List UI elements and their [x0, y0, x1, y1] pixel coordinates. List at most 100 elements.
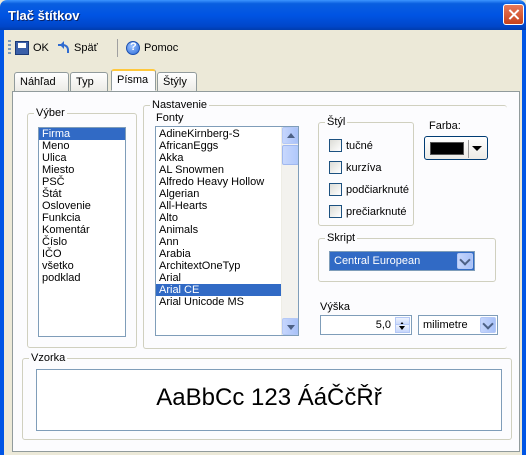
styl-label: Štýl [325, 116, 348, 128]
color-picker-button[interactable] [424, 136, 488, 160]
window-frame-right [522, 30, 526, 455]
fonts-listbox[interactable]: AdineKirnberg-S AfricanEggs Akka AL Snowmen… [155, 126, 299, 336]
ok-button[interactable]: OK [15, 38, 49, 58]
sample-text: AaBbCc 123 ÁáČčŘř [156, 384, 382, 411]
tab-label: Typ [76, 76, 94, 88]
skript-value: Central European [334, 255, 421, 267]
font-item[interactable]: Animals [156, 224, 281, 236]
vzorka-group: Vzorka AaBbCc 123 ÁáČčŘř [22, 352, 512, 440]
tab-label: Písma [117, 74, 149, 86]
tab-pisma[interactable]: Písma [111, 69, 156, 91]
spin-down-button[interactable] [395, 324, 410, 333]
italic-checkbox[interactable]: kurzíva [329, 161, 381, 174]
font-item[interactable]: Arabia [156, 248, 281, 260]
skript-select[interactable]: Central European [329, 251, 475, 271]
help-icon [126, 41, 140, 55]
nastavenie-label: Nastavenie [150, 99, 210, 111]
fonts-scrollbar[interactable] [281, 127, 298, 335]
vyber-item[interactable]: Meno [39, 140, 125, 152]
vyber-group: Výber Firma Meno Ulica Miesto PSČ Štát Osloven… [27, 107, 137, 348]
font-item[interactable]: AdineKirnberg-S [156, 128, 281, 140]
vzorka-label: Vzorka [29, 352, 68, 364]
strikeout-label: prečiarknuté [346, 205, 407, 218]
chevron-down-icon[interactable] [480, 317, 496, 333]
skript-label: Skript [325, 232, 358, 244]
scroll-down-button[interactable] [282, 318, 298, 335]
bold-label: tučné [346, 139, 373, 152]
font-item[interactable]: AfricanEggs [156, 140, 281, 152]
toolbar-separator [117, 39, 118, 57]
height-value: 5,0 [375, 319, 391, 331]
vyber-label: Výber [34, 107, 67, 119]
fonts-list: AdineKirnberg-S AfricanEggs Akka AL Snowmen… [156, 127, 298, 308]
tab-styly[interactable]: Štýly [157, 72, 197, 91]
vyber-item[interactable]: Funkcia [39, 212, 125, 224]
color-swatch [430, 142, 464, 155]
strikeout-checkbox[interactable]: prečiarknuté [329, 205, 407, 218]
sample-preview: AaBbCc 123 ÁáČčŘř [36, 369, 502, 431]
font-item[interactable]: Akka [156, 152, 281, 164]
font-item[interactable]: Ann [156, 236, 281, 248]
color-divider [468, 140, 469, 158]
spin-buttons [395, 317, 410, 333]
font-item[interactable]: Arial CE [156, 284, 281, 296]
vyber-list: Firma Meno Ulica Miesto PSČ Štát Oslovenie Funk… [39, 128, 125, 284]
font-item[interactable]: Algerian [156, 188, 281, 200]
font-item[interactable]: Arial [156, 272, 281, 284]
font-item[interactable]: Alto [156, 212, 281, 224]
save-icon [15, 41, 29, 55]
undo-icon [56, 41, 70, 55]
vyber-item[interactable]: Oslovenie [39, 200, 125, 212]
underline-label: podčiarknuté [346, 183, 409, 196]
title-bar[interactable]: Tlač štítkov [0, 0, 526, 30]
underline-checkbox[interactable]: podčiarknuté [329, 183, 409, 196]
tab-label: Štýly [163, 76, 187, 88]
vyber-item[interactable]: Firma [39, 128, 125, 140]
window-title: Tlač štítkov [8, 8, 80, 23]
toolbar-grip[interactable] [8, 40, 11, 56]
tab-label: Náhľad [20, 76, 56, 88]
unit-value: milimetre [423, 319, 468, 331]
tab-typ[interactable]: Typ [70, 72, 108, 91]
vyber-listbox[interactable]: Firma Meno Ulica Miesto PSČ Štát Oslovenie Funk… [38, 127, 126, 337]
vyber-item[interactable]: podklad [39, 272, 125, 284]
checkbox-box[interactable] [329, 183, 342, 196]
farba-label: Farba: [429, 120, 461, 132]
height-spinner[interactable]: 5,0 [320, 315, 412, 335]
back-label: Späť [74, 42, 98, 54]
font-item[interactable]: All-Hearts [156, 200, 281, 212]
chevron-down-icon[interactable] [457, 253, 473, 269]
vyber-item[interactable]: všetko [39, 260, 125, 272]
vyber-item[interactable]: Ulica [39, 152, 125, 164]
scroll-up-button[interactable] [282, 127, 298, 144]
skript-group: Skript Central European [318, 232, 496, 282]
close-button[interactable] [503, 4, 524, 25]
scroll-thumb[interactable] [282, 145, 298, 165]
tab-panel-pisma: Výber Firma Meno Ulica Miesto PSČ Štát Osloven… [12, 91, 520, 452]
font-item[interactable]: Arial Unicode MS [156, 296, 281, 308]
checkbox-box[interactable] [329, 161, 342, 174]
bold-checkbox[interactable]: tučné [329, 139, 373, 152]
vyber-item[interactable]: IČO [39, 248, 125, 260]
ok-label: OK [33, 42, 49, 54]
back-button[interactable]: Späť [56, 38, 98, 58]
toolbar: OK Späť Pomoc [4, 36, 522, 60]
checkbox-box[interactable] [329, 205, 342, 218]
italic-label: kurzíva [346, 161, 382, 174]
font-item[interactable]: ArchitextOneTyp [156, 260, 281, 272]
vyber-item[interactable]: Miesto [39, 164, 125, 176]
styl-group: Štýl tučné kurzíva podčiarknuté prečiark… [318, 116, 414, 226]
tab-nahlad[interactable]: Náhľad [14, 72, 69, 91]
help-button[interactable]: Pomoc [126, 38, 178, 58]
vyber-item[interactable]: Štát [39, 188, 125, 200]
font-item[interactable]: AL Snowmen [156, 164, 281, 176]
vyber-item[interactable]: Komentár [39, 224, 125, 236]
unit-select[interactable]: milimetre [418, 315, 498, 335]
vyber-item[interactable]: PSČ [39, 176, 125, 188]
fonty-label: Fonty [156, 112, 184, 124]
help-label: Pomoc [144, 42, 179, 54]
font-item[interactable]: Alfredo Heavy Hollow [156, 176, 281, 188]
checkbox-box[interactable] [329, 139, 342, 152]
nastavenie-group: Nastavenie Fonty AdineKirnberg-S AfricanE… [143, 99, 507, 349]
vyber-item[interactable]: Číslo [39, 236, 125, 248]
